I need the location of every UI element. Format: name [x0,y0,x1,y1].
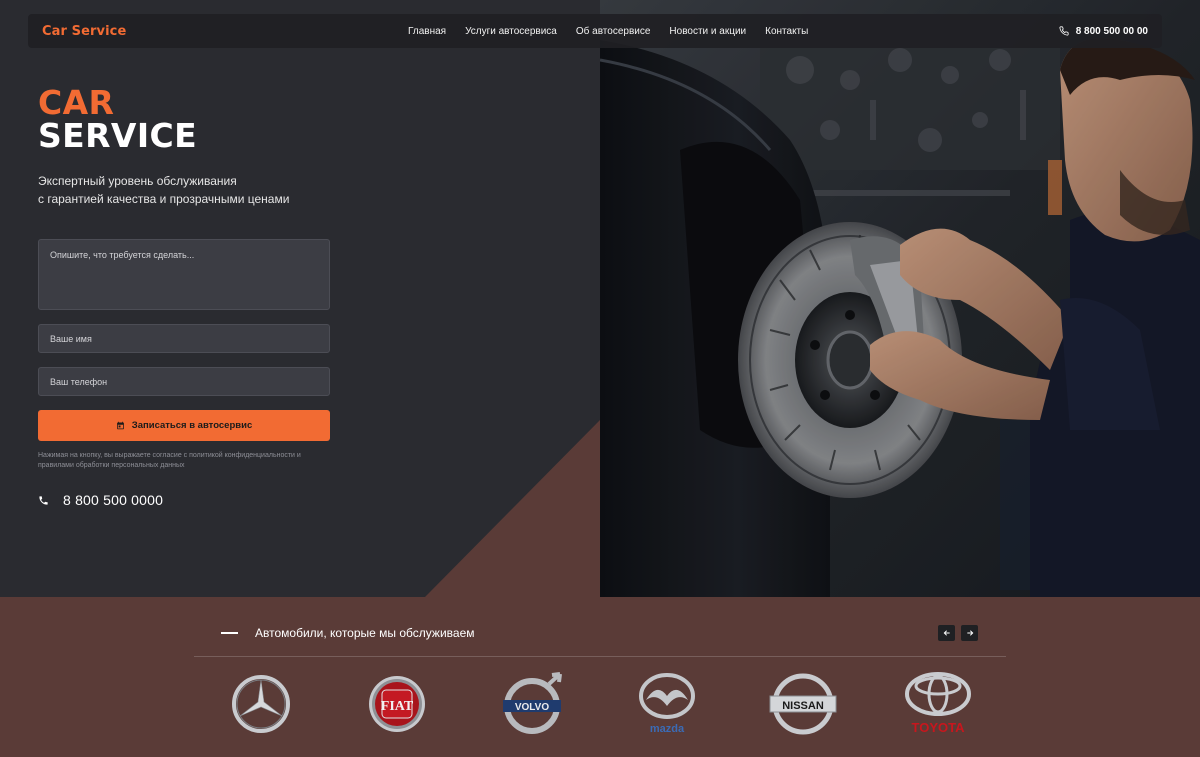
contact-phone[interactable]: 8 800 500 0000 [38,492,163,508]
book-service-button[interactable]: Записаться в автосервис [38,410,330,441]
brand-logo-volvo[interactable]: VOLVO [497,672,567,736]
svg-text:FIAT: FIAT [381,699,414,714]
svg-text:TOYOTA: TOYOTA [912,720,966,735]
booking-form: Записаться в автосервис Нажимая на кнопк… [38,239,330,471]
message-field[interactable] [38,239,330,310]
svg-text:VOLVO: VOLVO [515,702,549,713]
hero-title: CAR SERVICE [38,86,197,152]
phone-field[interactable] [38,367,330,396]
carousel-next-button[interactable] [961,625,978,641]
hero-subtitle-line2: с гарантией качества и прозрачными ценам… [38,192,290,206]
arrow-right-icon [966,630,973,636]
nav-menu: Главная Услуги автосервиса Об автосервис… [408,14,808,48]
calendar-icon [116,421,124,430]
brands-divider [194,656,1006,657]
hero-photo-mechanic [600,0,1200,597]
brand-logo-fiat[interactable]: FIAT [362,672,432,736]
brand-logo-mercedes[interactable] [226,672,296,736]
carousel-prev-button[interactable] [938,625,955,641]
nav-phone-number: 8 800 500 00 00 [1075,25,1148,37]
brands-title: Автомобили, которые мы обслуживаем [255,626,475,640]
brand-logo-toyota[interactable]: TOYOTA [903,672,973,736]
brand-logo-mazda[interactable]: mazda [632,672,702,736]
brands-title-dash [221,632,238,634]
hero-subtitle: Экспертный уровень обслуживания с гарант… [38,172,289,208]
svg-text:mazda: mazda [650,723,685,735]
book-service-label: Записаться в автосервис [131,420,253,431]
brands-header: Автомобили, которые мы обслуживаем [221,626,475,640]
contact-phone-number: 8 800 500 0000 [63,492,164,508]
nav-phone[interactable]: 8 800 500 00 00 [1059,14,1148,48]
nav-link-home[interactable]: Главная [408,26,446,37]
nav-link-news[interactable]: Новости и акции [669,26,746,37]
brand-logo-nissan[interactable]: NISSAN [768,672,838,736]
consent-text: Нажимая на кнопку, вы выражаете согласие… [38,452,301,469]
arrow-left-icon [943,630,950,636]
navbar: Car Service Главная Услуги автосервиса О… [28,14,1162,48]
nav-link-contacts[interactable]: Контакты [765,26,808,37]
nav-link-about[interactable]: Об автосервисе [576,26,651,37]
brands-carousel-controls [938,625,978,641]
nav-link-services[interactable]: Услуги автосервиса [465,26,557,37]
hero-subtitle-line1: Экспертный уровень обслуживания [38,174,237,188]
phone-icon [39,495,48,505]
hero-title-line2: SERVICE [38,116,198,155]
phone-icon [1059,26,1069,36]
hero-section: Car Service Главная Услуги автосервиса О… [0,0,1200,597]
brand-logo[interactable]: Car Service [42,24,126,39]
name-field[interactable] [38,324,330,353]
brands-section: Автомобили, которые мы обслуживаем FIAT … [0,597,1200,757]
svg-text:NISSAN: NISSAN [782,700,824,712]
hero-title-line1: CAR [38,83,115,122]
